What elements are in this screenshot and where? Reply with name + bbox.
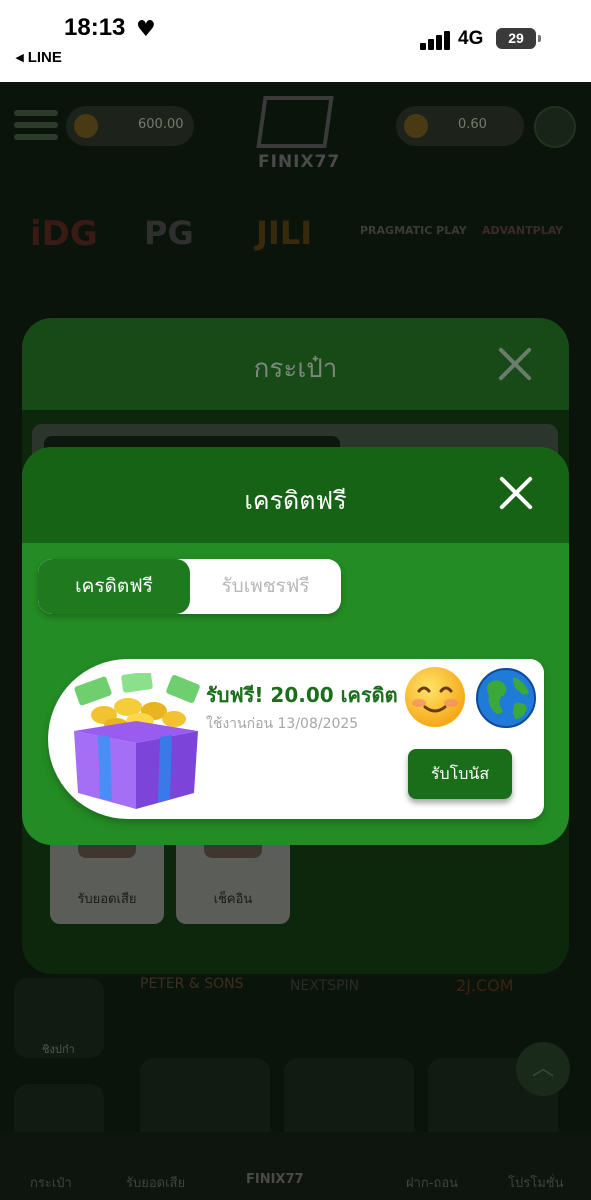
wallet-close-icon[interactable] — [495, 344, 535, 384]
coin-icon — [74, 114, 98, 138]
bottom-nav: กระเป๋า รับยอดเสีย FINIX77 ฝาก-ถอน โปรโม… — [0, 1132, 591, 1200]
side-menu-label: ชิงปก๋า — [42, 1043, 75, 1056]
provider-logo[interactable]: 2J.COM — [456, 976, 514, 995]
provider-strip: iDG PG JILI PRAGMATIC PLAY ADVANTPLAY — [20, 200, 580, 260]
promo-card: รับฟรี! 20.00 เครดิต ใช้งานก่อน 13/08/20… — [48, 659, 544, 819]
gem-balance-value: 0.60 — [458, 117, 487, 132]
provider-logo[interactable]: PRAGMATIC PLAY — [360, 224, 467, 237]
provider-logo[interactable]: JILI — [256, 214, 312, 252]
scroll-to-top-icon[interactable]: ︿ — [516, 1042, 570, 1096]
provider-logo[interactable]: NEXTSPIN — [290, 978, 359, 994]
globe-icon — [476, 668, 536, 728]
close-icon[interactable] — [498, 475, 534, 511]
nav-item-deposit[interactable]: ฝาก-ถอน — [406, 1172, 458, 1193]
finix-logo: FINIX77 — [240, 96, 350, 178]
provider-logo[interactable]: PETER & SONS — [140, 976, 244, 992]
gem-balance-pill[interactable]: 0.60 — [396, 106, 524, 146]
back-to-line-link[interactable]: ◂ LINE — [16, 48, 62, 66]
nav-item-promotion[interactable]: โปรโมชั่น — [508, 1172, 563, 1193]
tab-free-diamonds[interactable]: รับเพชรฟรี — [190, 559, 341, 614]
balance-pill[interactable]: 600.00 — [66, 106, 194, 146]
claim-bonus-button[interactable]: รับโบนัส — [408, 749, 512, 799]
tab-switcher: เครดิตฟรี รับเพชรฟรี — [38, 559, 341, 614]
wallet-tile-label: รับยอดเสีย — [77, 892, 137, 907]
wallet-title: กระเป๋า — [253, 354, 338, 384]
nav-item-wallet[interactable]: กระเป๋า — [30, 1172, 72, 1193]
provider-logo[interactable]: iDG — [30, 214, 98, 254]
signal-strength-icon — [420, 30, 452, 50]
modal-title: เครดิตฟรี — [244, 486, 347, 515]
refresh-icon[interactable] — [534, 106, 576, 148]
battery-level: 29 — [508, 30, 524, 46]
gem-icon — [404, 114, 428, 138]
heart-icon: ♥ — [136, 17, 156, 42]
menu-icon[interactable] — [14, 110, 58, 144]
clock: 18:13 — [64, 14, 126, 41]
balance-value: 600.00 — [138, 117, 184, 132]
provider-logo[interactable]: PG — [144, 214, 194, 252]
free-credit-modal: เครดิตฟรี เครดิตฟรี รับเพชรฟรี รับฟรี! 2… — [22, 447, 569, 845]
tab-free-credit[interactable]: เครดิตฟรี — [38, 559, 190, 614]
nav-item-home[interactable]: FINIX77 — [246, 1172, 304, 1187]
network-type: 4G — [458, 28, 484, 49]
nav-item-cashback[interactable]: รับยอดเสีย — [126, 1172, 185, 1193]
logo-text: FINIX77 — [258, 152, 341, 172]
wallet-header: กระเป๋า — [22, 318, 569, 410]
provider-logo[interactable]: ADVANTPLAY — [482, 224, 563, 237]
wallet-tile-label: เช็คอิน — [213, 892, 253, 907]
promo-title: รับฟรี! 20.00 เครดิต — [206, 683, 398, 707]
smiley-icon — [405, 667, 465, 727]
promo-expiry: ใช้งานก่อน 13/08/2025 — [206, 716, 359, 732]
gift-box-icon — [74, 673, 200, 809]
modal-header: เครดิตฟรี — [22, 447, 569, 543]
battery-icon: 29 — [496, 28, 541, 49]
status-bar: 18:13 ♥ ◂ LINE 4G 29 — [0, 0, 591, 82]
